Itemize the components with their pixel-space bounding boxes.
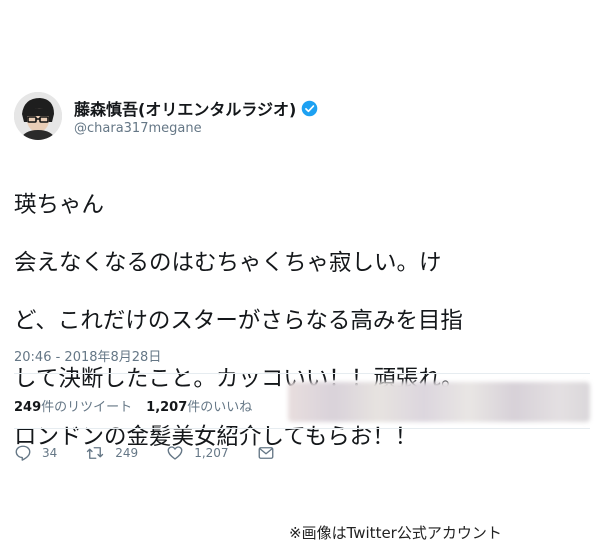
blurred-liker-avatars xyxy=(288,382,590,422)
engagement-stats: 249件のリツイート 1,207件のいいね xyxy=(14,396,252,415)
name-row: 藤森慎吾(オリエンタルラジオ) xyxy=(74,96,318,120)
like-count: 1,207 xyxy=(194,446,229,460)
tweet-text: 瑛ちゃん 会えなくなるのはむちゃくちゃ寂しい。け ど、これだけのスターがさらなる… xyxy=(14,162,589,481)
user-handle[interactable]: @chara317megane xyxy=(74,121,202,136)
direct-message-icon xyxy=(258,447,273,459)
display-name[interactable]: 藤森慎吾(オリエンタルラジオ) xyxy=(74,96,296,120)
divider xyxy=(14,428,590,429)
divider xyxy=(14,373,590,374)
retweet-icon xyxy=(87,447,104,459)
like-stat-count: 1,207 xyxy=(146,400,188,415)
tweet-text-line: 瑛ちゃん xyxy=(14,192,105,218)
retweet-stat-label: 件のリツイート xyxy=(41,400,133,415)
like-stat[interactable]: 1,207件のいいね xyxy=(146,400,252,415)
retweet-button[interactable]: 249 xyxy=(85,444,138,462)
like-button[interactable]: 1,207 xyxy=(166,444,229,462)
direct-message-button[interactable] xyxy=(257,444,285,462)
retweet-stat[interactable]: 249件のリツイート xyxy=(14,400,132,415)
like-icon xyxy=(167,446,183,460)
like-stat-label: 件のいいね xyxy=(187,400,253,415)
tweet-text-line: 会えなくなるのはむちゃくちゃ寂しい。け xyxy=(14,250,442,276)
image-credit-caption: ※画像はTwitter公式アカウント xyxy=(289,524,502,542)
tweet-actions: 34 249 1,207 xyxy=(14,444,313,462)
retweet-stat-count: 249 xyxy=(14,400,42,415)
tweet-text-line: ど、これだけのスターがさらなる高みを目指 xyxy=(14,308,463,334)
retweet-count: 249 xyxy=(115,446,139,460)
reply-icon xyxy=(15,445,31,461)
tweet-timestamp[interactable]: 20:46 - 2018年8月28日 xyxy=(14,346,161,365)
verified-badge-icon xyxy=(302,100,318,116)
tweet-card: 藤森慎吾(オリエンタルラジオ) @chara317megane 瑛ちゃん 会えな… xyxy=(0,70,600,488)
avatar[interactable] xyxy=(14,92,62,140)
reply-button[interactable]: 34 xyxy=(14,444,57,462)
reply-count: 34 xyxy=(42,446,58,460)
